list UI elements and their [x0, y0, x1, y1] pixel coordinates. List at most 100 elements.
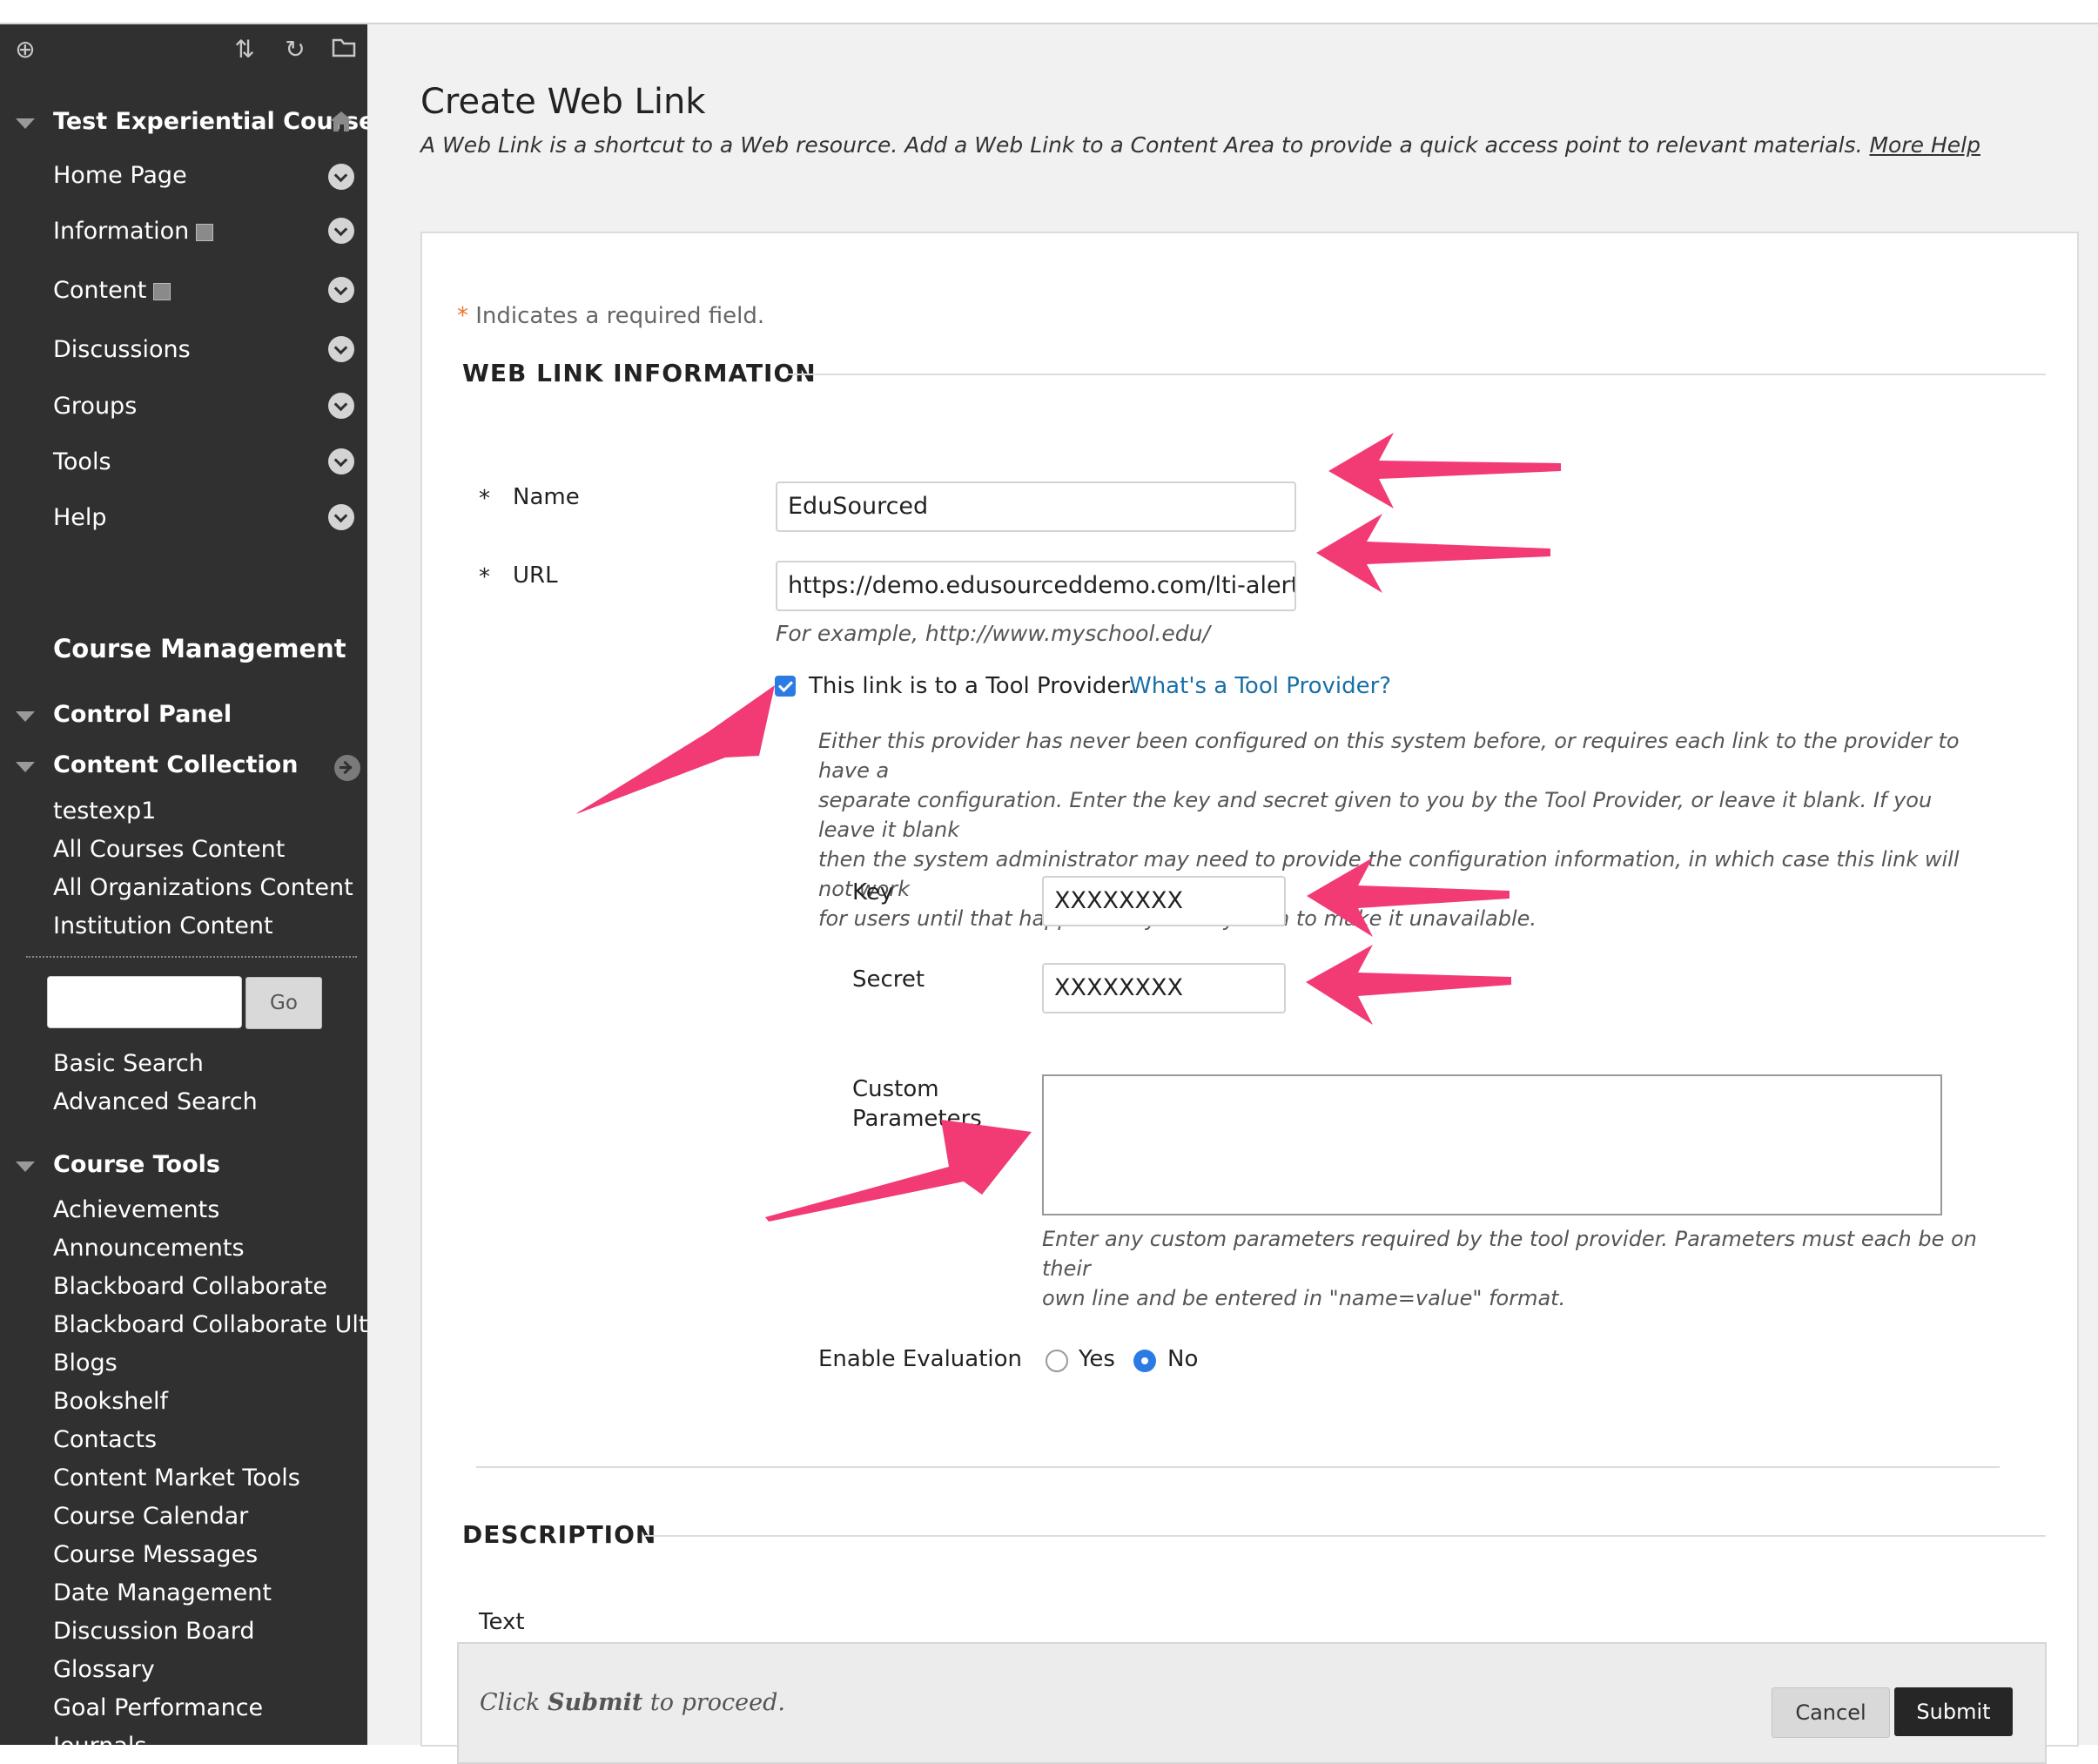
- collapse-caret-icon[interactable]: [16, 1161, 35, 1172]
- course-tool-link[interactable]: Goal Performance: [53, 1694, 263, 1721]
- key-input[interactable]: XXXXXXXX: [1042, 876, 1286, 926]
- chevron-down-icon[interactable]: [328, 277, 354, 303]
- control-panel-label[interactable]: Control Panel: [53, 701, 232, 728]
- basic-search-link[interactable]: Basic Search: [53, 1050, 204, 1077]
- chevron-down-icon[interactable]: [328, 504, 354, 530]
- sidebar-item-label[interactable]: Information: [53, 218, 189, 245]
- required-star: *: [457, 303, 468, 329]
- content-collection-link[interactable]: All Organizations Content: [53, 874, 353, 901]
- name-input[interactable]: EduSourced: [776, 481, 1296, 532]
- course-tool-link[interactable]: Announcements: [53, 1235, 245, 1262]
- sidebar-item-label[interactable]: Groups: [53, 393, 137, 420]
- course-tool-link[interactable]: Contacts: [53, 1426, 157, 1453]
- collapse-caret-icon[interactable]: [16, 118, 35, 129]
- course-tool-link[interactable]: Blogs: [53, 1350, 118, 1377]
- sidebar-divider: [26, 956, 357, 958]
- arrow-right-icon[interactable]: [334, 755, 360, 781]
- evaluation-yes-radio[interactable]: [1046, 1350, 1068, 1372]
- evaluation-no-radio[interactable]: [1133, 1350, 1156, 1372]
- sidebar-item-home-page[interactable]: Home Page: [0, 162, 367, 197]
- name-label: Name: [513, 484, 580, 510]
- course-tool-link[interactable]: Bookshelf: [53, 1388, 168, 1415]
- chevron-down-icon[interactable]: [328, 448, 354, 475]
- chevron-down-icon[interactable]: [328, 164, 354, 190]
- sidebar-item-help[interactable]: Help: [0, 504, 367, 539]
- sidebar-item-label[interactable]: Help: [53, 504, 107, 531]
- whats-a-tool-provider-link[interactable]: What's a Tool Provider?: [1129, 673, 1391, 699]
- cancel-button[interactable]: Cancel: [1772, 1687, 1890, 1738]
- sidebar-search-input[interactable]: [47, 976, 242, 1028]
- chevron-down-icon[interactable]: [328, 218, 354, 244]
- home-icon[interactable]: [329, 110, 353, 132]
- submit-bar: Click Submit to proceed. Cancel Submit: [457, 1642, 2047, 1764]
- section-title-web-link-information: WEB LINK INFORMATION: [462, 359, 817, 387]
- course-tool-link[interactable]: Glossary: [53, 1656, 155, 1683]
- add-menu-item-icon[interactable]: ⊕: [12, 37, 38, 63]
- content-collection-link[interactable]: All Courses Content: [53, 836, 285, 863]
- course-tool-link[interactable]: Date Management: [53, 1579, 272, 1606]
- course-tool-link[interactable]: Blackboard Collaborate Ultra: [53, 1311, 367, 1338]
- section-separator: [476, 1466, 2000, 1468]
- more-help-link[interactable]: More Help: [1869, 132, 1980, 158]
- url-label: URL: [513, 562, 558, 589]
- tool-provider-label: This link is to a Tool Provider.: [809, 673, 1135, 699]
- text-label: Text: [479, 1609, 525, 1635]
- sidebar-item-label[interactable]: Content: [53, 277, 146, 304]
- page-title: Create Web Link: [420, 82, 706, 122]
- advanced-search-link[interactable]: Advanced Search: [53, 1088, 258, 1115]
- content-collection-link[interactable]: Institution Content: [53, 912, 273, 939]
- sidebar-item-label[interactable]: Discussions: [53, 336, 191, 363]
- section-divider: [645, 1535, 2046, 1537]
- search-go-button[interactable]: Go: [245, 977, 322, 1029]
- required-star: *: [479, 486, 490, 512]
- tool-provider-help: Either this provider has never been conf…: [818, 729, 1960, 931]
- submit-button[interactable]: Submit: [1894, 1687, 2013, 1736]
- course-management-heading: Course Management: [53, 634, 346, 663]
- chevron-down-icon[interactable]: [328, 393, 354, 419]
- course-tool-link[interactable]: Course Calendar: [53, 1503, 248, 1530]
- evaluation-yes-label: Yes: [1079, 1346, 1115, 1372]
- section-title-description: DESCRIPTION: [462, 1520, 657, 1549]
- course-tool-link[interactable]: Discussion Board: [53, 1618, 255, 1645]
- sidebar-item-label[interactable]: Home Page: [53, 162, 187, 189]
- control-panel-row[interactable]: Control Panel: [0, 701, 367, 736]
- course-tool-link[interactable]: Course Messages: [53, 1541, 258, 1568]
- browser-top-strip: [0, 0, 2098, 24]
- course-tools-row[interactable]: Course Tools: [0, 1151, 367, 1186]
- collapse-caret-icon[interactable]: [16, 762, 35, 772]
- content-collection-label[interactable]: Content Collection: [53, 751, 298, 778]
- tool-provider-checkbox[interactable]: [775, 676, 796, 697]
- url-example-hint: For example, http://www.myschool.edu/: [776, 621, 1210, 646]
- custom-parameters-textarea[interactable]: [1042, 1074, 1942, 1215]
- sidebar-item-label[interactable]: Tools: [53, 448, 111, 475]
- refresh-icon[interactable]: ↻: [282, 37, 308, 63]
- enable-evaluation-label: Enable Evaluation: [818, 1346, 1023, 1372]
- chevron-down-icon[interactable]: [328, 336, 354, 362]
- page-description: A Web Link is a shortcut to a Web resour…: [420, 132, 1980, 158]
- sidebar-item-groups[interactable]: Groups: [0, 393, 367, 428]
- course-title[interactable]: Test Experiential Course: [53, 108, 367, 135]
- custom-parameters-label-line1: Custom: [852, 1076, 939, 1102]
- reorder-icon[interactable]: ⇅: [232, 37, 258, 63]
- content-collection-row[interactable]: Content Collection: [0, 751, 367, 786]
- sidebar-item-discussions[interactable]: Discussions: [0, 336, 367, 371]
- url-input[interactable]: https://demo.edusourceddemo.com/lti-aler…: [776, 561, 1296, 611]
- course-tool-link[interactable]: Achievements: [53, 1196, 219, 1223]
- section-divider: [788, 374, 2046, 375]
- evaluation-no-label: No: [1167, 1346, 1199, 1372]
- form-panel: * Indicates a required field. WEB LINK I…: [420, 232, 2079, 1764]
- course-tool-link[interactable]: Blackboard Collaborate: [53, 1273, 327, 1300]
- secret-label: Secret: [852, 966, 925, 993]
- collapse-caret-icon[interactable]: [16, 711, 35, 722]
- content-collection-link[interactable]: testexp1: [53, 798, 156, 825]
- course-title-row[interactable]: Test Experiential Course: [0, 108, 367, 143]
- secret-input[interactable]: XXXXXXXX: [1042, 963, 1286, 1013]
- custom-parameters-help: Enter any custom parameters required by …: [1042, 1227, 1977, 1310]
- course-tools-label[interactable]: Course Tools: [53, 1151, 220, 1178]
- course-tool-link[interactable]: Journals: [53, 1733, 146, 1745]
- sidebar-item-content[interactable]: Content: [0, 277, 367, 312]
- sidebar-item-tools[interactable]: Tools: [0, 448, 367, 483]
- course-tool-link[interactable]: Content Market Tools: [53, 1464, 300, 1491]
- sidebar-item-information[interactable]: Information: [0, 218, 367, 252]
- folder-view-icon[interactable]: [331, 37, 357, 63]
